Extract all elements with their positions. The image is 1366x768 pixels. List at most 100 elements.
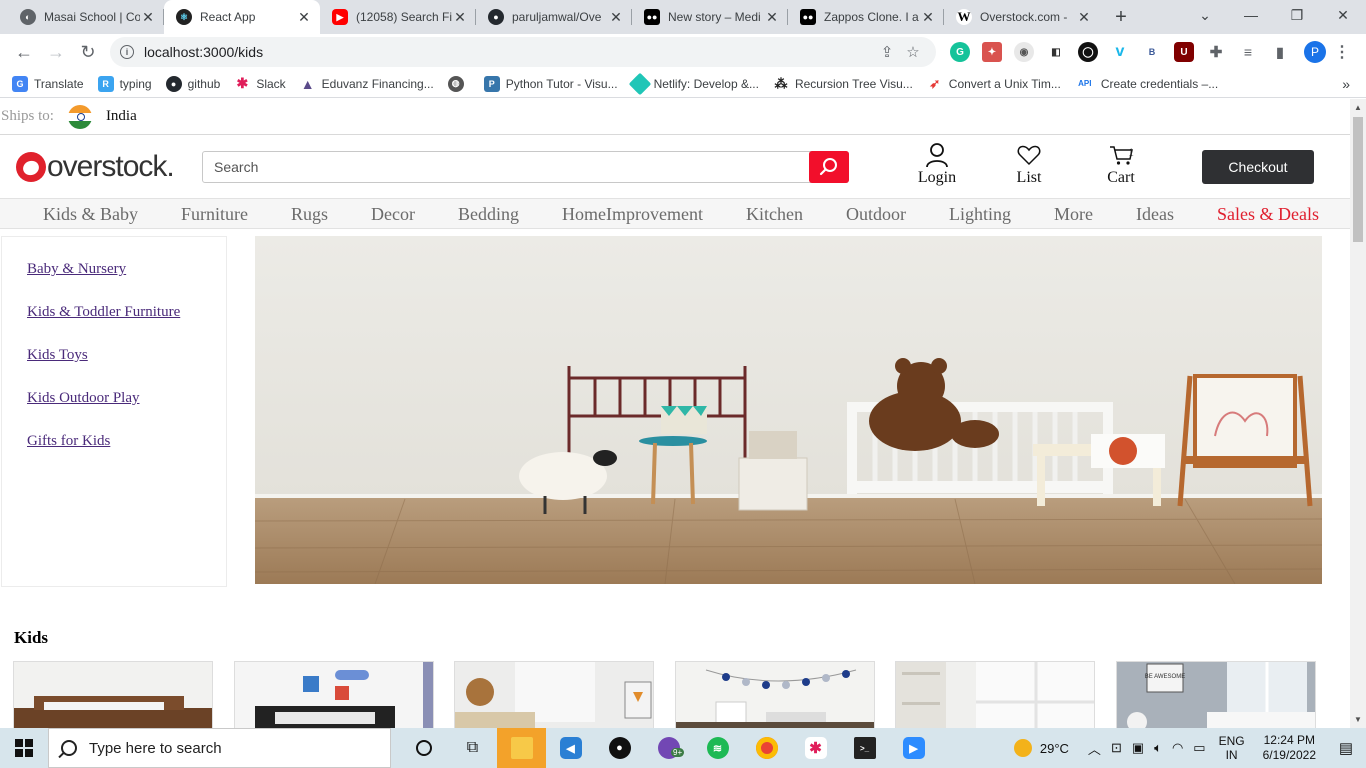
tray-display-icon[interactable]: ▣	[1132, 740, 1144, 756]
nav-rugs[interactable]: Rugs	[291, 204, 328, 225]
weather-sun-icon[interactable]	[1013, 739, 1032, 757]
sidebar-link-kids-outdoor-play[interactable]: Kids Outdoor Play	[27, 390, 140, 407]
zoom-icon[interactable]: ▶	[889, 728, 938, 768]
browser-tab-active[interactable]: ⚛ React App ✕	[164, 0, 320, 34]
nav-home-improvement[interactable]: HomeImprovement	[562, 204, 703, 225]
close-tab-icon[interactable]: ✕	[920, 9, 936, 26]
scroll-up-icon[interactable]: ▲	[1354, 103, 1362, 112]
reload-icon[interactable]: ↻	[72, 36, 104, 68]
sidebar-link-kids-toys[interactable]: Kids Toys	[27, 347, 88, 364]
taskbar-clock[interactable]: 12:24 PM 6/19/2022	[1263, 733, 1316, 763]
sidebar-link-baby-nursery[interactable]: Baby & Nursery	[27, 261, 126, 278]
product-card[interactable]	[13, 661, 213, 728]
scroll-down-icon[interactable]: ▼	[1354, 715, 1362, 724]
sidebar-link-gifts-for-kids[interactable]: Gifts for Kids	[27, 433, 110, 450]
wifi-icon[interactable]: ◠	[1172, 740, 1183, 756]
bookmark-netlify[interactable]: Netlify: Develop &...	[628, 72, 759, 95]
new-tab-button[interactable]: +	[1106, 0, 1136, 34]
extension-red-icon[interactable]: ✦	[982, 42, 1002, 62]
terminal-icon[interactable]: >_	[840, 728, 889, 768]
bookmarks-overflow-icon[interactable]: »	[1342, 76, 1350, 92]
product-card[interactable]	[675, 661, 875, 728]
close-window-icon[interactable]: ✕	[1320, 0, 1366, 30]
nav-outdoor[interactable]: Outdoor	[846, 204, 906, 225]
taskbar-search-box[interactable]: Type here to search	[48, 728, 391, 768]
product-card[interactable]	[895, 661, 1095, 728]
close-tab-icon[interactable]: ✕	[452, 9, 468, 26]
browser-tab[interactable]: ▶ (12058) Search Fi ✕	[320, 0, 476, 34]
github-desktop-icon[interactable]: ●	[595, 728, 644, 768]
ublock-icon[interactable]: U	[1174, 42, 1194, 62]
share-icon[interactable]: ⇪	[874, 43, 900, 61]
extension-circle-icon[interactable]: ◯	[1078, 42, 1098, 62]
tray-shield-icon[interactable]: ▭	[1193, 740, 1205, 756]
back-icon[interactable]: ←	[8, 36, 40, 68]
address-bar[interactable]: i localhost:3000/kids ⇪ ☆	[110, 37, 936, 67]
tray-chevron-icon[interactable]: ︿	[1088, 739, 1101, 758]
spotify-icon[interactable]: ≋	[693, 728, 742, 768]
reading-list-icon[interactable]: ≡	[1238, 42, 1258, 62]
search-input[interactable]	[203, 152, 809, 182]
weather-temperature[interactable]: 29°C	[1040, 741, 1069, 756]
list-button[interactable]: List	[999, 141, 1059, 187]
tab-search-icon[interactable]: ⌄	[1182, 0, 1228, 30]
chrome-profile-icon[interactable]: 9+	[644, 728, 693, 768]
close-tab-icon[interactable]: ✕	[140, 9, 156, 26]
notifications-icon[interactable]: ▤	[1326, 739, 1366, 757]
login-button[interactable]: Login	[907, 141, 967, 187]
close-tab-icon[interactable]: ✕	[1076, 9, 1092, 26]
bookmark-unix-time[interactable]: ➶ Convert a Unix Tim...	[926, 75, 1061, 92]
bookmark-credentials[interactable]: API Create credentials –...	[1074, 75, 1218, 92]
nav-lighting[interactable]: Lighting	[949, 204, 1011, 225]
bookmark-eduvanz[interactable]: ▲ Eduvanz Financing...	[299, 75, 434, 92]
sidebar-link-kids-toddler-furniture[interactable]: Kids & Toddler Furniture	[27, 304, 180, 321]
checkout-button[interactable]: Checkout	[1202, 150, 1314, 184]
search-button[interactable]	[809, 151, 849, 183]
extension-b-icon[interactable]: B	[1142, 42, 1162, 62]
extension-cast-icon[interactable]: ◧	[1046, 42, 1066, 62]
forward-icon[interactable]: →	[40, 36, 72, 68]
browser-tab[interactable]: ● paruljamwal/Ove ✕	[476, 0, 632, 34]
slack-icon[interactable]: ✱	[791, 728, 840, 768]
close-tab-icon[interactable]: ✕	[764, 9, 780, 26]
nav-more[interactable]: More	[1054, 204, 1093, 225]
hero-banner-image[interactable]	[255, 236, 1322, 584]
nav-ideas[interactable]: Ideas	[1136, 204, 1174, 225]
overstock-logo[interactable]: overstock.	[16, 150, 175, 184]
profile-avatar[interactable]: P	[1304, 41, 1326, 63]
bookmark-translate[interactable]: G Translate	[12, 75, 84, 92]
vimeo-icon[interactable]: v	[1110, 42, 1130, 62]
bookmark-star-icon[interactable]: ☆	[900, 43, 926, 61]
windows-start-button[interactable]	[0, 728, 48, 768]
browser-tab[interactable]: W Overstock.com - ✕	[944, 0, 1100, 34]
volume-icon[interactable]: 🔈︎	[1154, 740, 1162, 756]
bookmark-slack[interactable]: ✱ Slack	[234, 75, 286, 92]
product-card[interactable]: BE AWESOME	[1116, 661, 1316, 728]
nav-bedding[interactable]: Bedding	[458, 204, 519, 225]
nav-decor[interactable]: Decor	[371, 204, 415, 225]
bookmark-globe[interactable]: ◍	[447, 75, 470, 92]
bookmark-python-tutor[interactable]: P Python Tutor - Visu...	[483, 75, 618, 92]
language-indicator[interactable]: ENG IN	[1219, 734, 1245, 762]
india-flag-icon[interactable]	[67, 104, 92, 129]
cortana-icon[interactable]	[399, 728, 448, 768]
chrome-menu-icon[interactable]: ⋮	[1332, 42, 1352, 62]
site-info-icon[interactable]: i	[120, 45, 134, 59]
bookmark-github[interactable]: ● github	[165, 75, 220, 92]
close-tab-icon[interactable]: ✕	[608, 9, 624, 26]
extension-owl-icon[interactable]: ◉	[1014, 42, 1034, 62]
nav-kids-baby[interactable]: Kids & Baby	[43, 204, 138, 225]
bookmark-recursion-tree[interactable]: ⁂ Recursion Tree Visu...	[772, 75, 913, 92]
page-scrollbar[interactable]: ▲ ▼	[1350, 99, 1366, 728]
grammarly-icon[interactable]: G	[950, 42, 970, 62]
tray-app-icon[interactable]: ⊡	[1111, 740, 1122, 756]
close-tab-icon[interactable]: ✕	[296, 9, 312, 26]
vscode-icon[interactable]: ◀	[546, 728, 595, 768]
product-card[interactable]	[234, 661, 434, 728]
nav-kitchen[interactable]: Kitchen	[746, 204, 803, 225]
side-panel-icon[interactable]: ▮	[1270, 42, 1290, 62]
ships-to-country[interactable]: India	[106, 108, 137, 125]
extensions-puzzle-icon[interactable]: ✚	[1206, 42, 1226, 62]
file-explorer-icon[interactable]	[497, 728, 546, 768]
cart-button[interactable]: 1 Cart	[1091, 141, 1151, 187]
